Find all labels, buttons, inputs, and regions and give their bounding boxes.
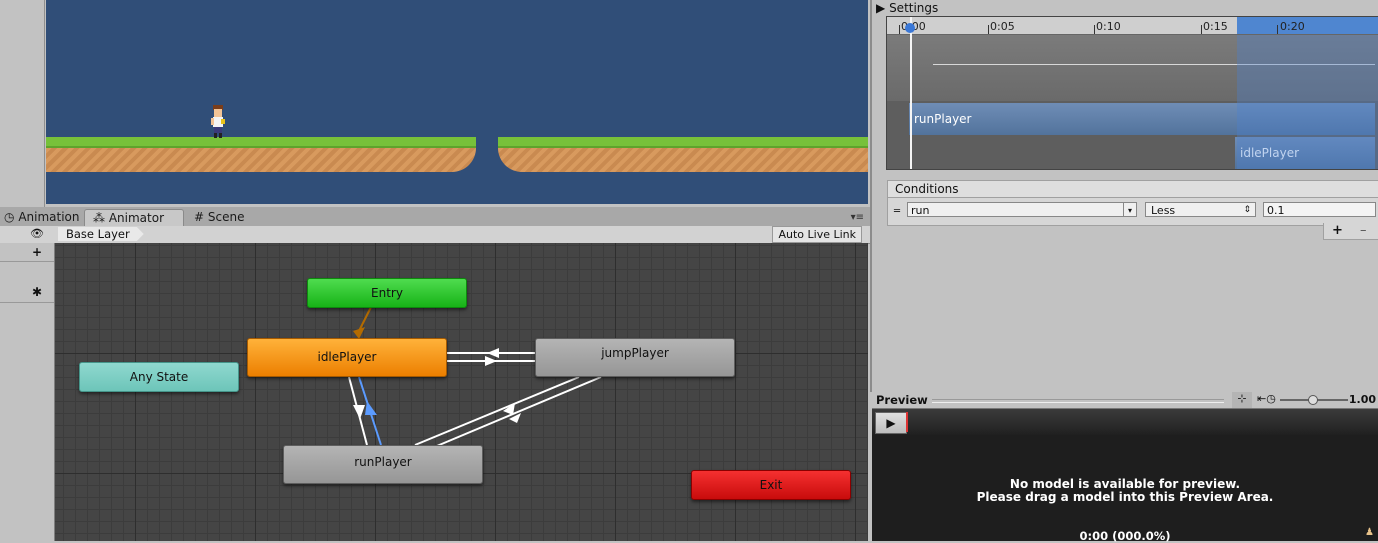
speed-icon: ⇤◷ (1257, 392, 1276, 405)
animator-toolbar: 👁 Base Layer Auto Live Link (0, 226, 870, 244)
editor-tab-strip: ◷ Animation ⁂ Animator # Scene ▾≡ (0, 207, 870, 227)
condition-buttons: + – (1323, 223, 1378, 240)
blend-overlap-region (1237, 35, 1378, 169)
eye-icon[interactable]: 👁 (30, 227, 44, 240)
tab-scene[interactable]: # Scene (186, 209, 252, 226)
dropdown-arrow-icon: ⇕ (1243, 205, 1251, 215)
preview-scrubber[interactable]: ▶ (872, 409, 1378, 435)
preview-header: Preview ⊹ ⇤◷ 1.00 (872, 392, 1378, 409)
ruler-tick: 0:05 (990, 20, 1015, 33)
transition-arrowhead (353, 405, 365, 419)
play-icon: ▶ (886, 416, 896, 430)
scene-side-panel (0, 0, 45, 207)
playhead-handle[interactable] (905, 23, 915, 33)
state-entry[interactable]: Entry (307, 278, 467, 308)
preview-panel: Preview ⊹ ⇤◷ 1.00 ▶ No model is availabl… (872, 392, 1378, 543)
ruler-tick: 0:15 (1203, 20, 1228, 33)
state-idle-player[interactable]: idlePlayer (247, 338, 447, 377)
state-any-state[interactable]: Any State (79, 362, 239, 392)
dropdown-arrow-icon: ▾ (1123, 203, 1136, 216)
pivot-icon[interactable]: ⊹ (1232, 392, 1252, 408)
layers-panel: + ✱ (0, 243, 55, 541)
auto-live-link-button[interactable]: Auto Live Link (772, 226, 862, 243)
settings-foldout[interactable]: ▶ Settings (876, 1, 938, 15)
conditions-header: Conditions (888, 181, 1378, 198)
transition-arrowhead (503, 403, 515, 415)
remove-condition-button[interactable]: – (1360, 223, 1367, 238)
layer-row[interactable]: ✱ (0, 262, 54, 303)
transition-arrowhead (487, 348, 499, 358)
transition-range-marker[interactable] (1237, 17, 1378, 34)
tab-animation[interactable]: ◷ Animation (0, 209, 88, 226)
conditions-list: Conditions ═ run ▾ Less ⇕ 0.1 (887, 180, 1378, 226)
state-jump-player[interactable]: jumpPlayer (535, 338, 735, 377)
right-platform (498, 137, 868, 172)
ruler-tick: 0:10 (1096, 20, 1121, 33)
foldout-arrow-icon: ▶ (876, 1, 886, 15)
scene-grid-icon: # (194, 210, 205, 224)
add-condition-button[interactable]: + (1332, 223, 1343, 238)
tab-animator[interactable]: ⁂ Animator (84, 209, 184, 227)
state-run-player[interactable]: runPlayer (283, 445, 483, 484)
scene-canvas[interactable] (46, 0, 868, 204)
drag-handle-icon[interactable]: ═ (894, 206, 900, 217)
timeline-ruler[interactable]: 0:00 0:05 0:10 0:15 0:20 (887, 17, 1378, 35)
animator-icon: ⁂ (93, 211, 105, 225)
speed-value: 1.00 (1348, 393, 1376, 406)
preview-title: Preview (876, 393, 928, 407)
tab-menu-icon[interactable]: ▾≡ (851, 212, 864, 223)
layers-header: + (0, 243, 54, 262)
transition-arrowhead (365, 401, 377, 415)
timeline-playhead[interactable] (910, 17, 912, 169)
left-platform (46, 137, 476, 172)
transition-timeline[interactable]: 0:00 0:05 0:10 0:15 0:20 runPlayer idleP… (886, 16, 1378, 170)
breadcrumb[interactable]: Base Layer (58, 227, 144, 241)
add-layer-button[interactable]: + (32, 245, 42, 259)
gear-icon[interactable]: ✱ (32, 285, 42, 299)
ruler-tick: 0:20 (1280, 20, 1305, 33)
scene-view (0, 0, 870, 207)
state-machine-graph[interactable]: Entry idlePlayer Any State jumpPlayer ru… (55, 243, 868, 541)
transition-run-jump[interactable] (414, 376, 580, 446)
player-sprite[interactable] (209, 103, 227, 139)
preview-message: No model is available for preview. (1009, 477, 1241, 491)
play-button[interactable]: ▶ (875, 412, 907, 434)
transition-arrowhead (485, 356, 497, 366)
divider (932, 399, 1224, 403)
condition-parameter-dropdown[interactable]: run ▾ (907, 202, 1137, 217)
speed-slider-handle[interactable] (1308, 395, 1318, 405)
avatar-icon[interactable]: ♟ (1365, 527, 1374, 538)
state-exit[interactable]: Exit (691, 470, 851, 500)
animation-icon: ◷ (4, 210, 15, 224)
transition-inspector: ▶ Settings 0:00 0:05 0:10 0:15 0:20 runP… (870, 0, 1378, 392)
preview-message: Please drag a model into this Preview Ar… (976, 490, 1274, 504)
preview-time-marker (906, 412, 908, 432)
condition-operator-dropdown[interactable]: Less ⇕ (1145, 202, 1256, 217)
condition-value-field[interactable]: 0.1 (1263, 202, 1376, 217)
